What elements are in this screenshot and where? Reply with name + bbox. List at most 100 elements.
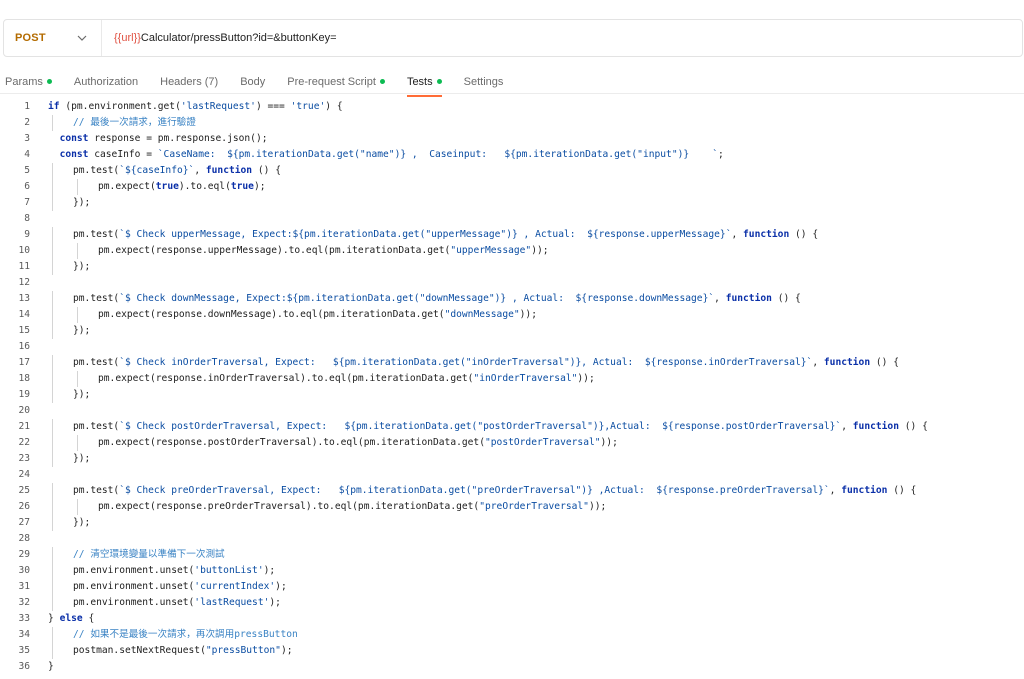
code-token: ; — [718, 149, 724, 160]
code-text: }); — [73, 259, 90, 275]
string-token: 'lastRequest' — [180, 101, 256, 112]
tab-headers-7[interactable]: Headers (7) — [160, 66, 218, 92]
code-token: pm.test( — [73, 229, 120, 240]
tab-authorization[interactable]: Authorization — [74, 66, 138, 92]
line-number: 12 — [18, 277, 30, 288]
line-number: 15 — [18, 325, 30, 336]
line-number: 24 — [18, 469, 30, 480]
code-line: 13 pm.test(`$ Check downMessage, Expect:$… — [0, 291, 1024, 307]
code-text: pm.test(`$ Check inOrderTraversal, Expec… — [73, 355, 899, 371]
line-number: 5 — [24, 165, 30, 176]
code-line: 11}); — [0, 259, 1024, 275]
indent-guide — [52, 547, 53, 563]
status-dot-icon — [436, 79, 442, 84]
line-number: 9 — [24, 229, 30, 240]
keyword-token: function — [725, 293, 772, 304]
code-text: pm.test(`$ Check downMessage, Expect:${p… — [73, 291, 801, 307]
code-text: pm.environment.unset('lastRequest'); — [73, 595, 281, 611]
chevron-down-icon — [75, 31, 89, 45]
code-line: 10 pm.expect(response.upperMessage).to.eq… — [0, 243, 1024, 259]
code-token: } — [48, 661, 54, 672]
indent-guide — [77, 243, 78, 259]
line-number: 31 — [18, 581, 30, 592]
line-number: 20 — [18, 405, 30, 416]
tab-pre-request-script[interactable]: Pre-request Script — [287, 66, 385, 92]
line-number: 10 — [18, 245, 30, 256]
code-line: 14 pm.expect(response.downMessage).to.eql… — [0, 307, 1024, 323]
keyword-token: function — [823, 357, 871, 368]
code-line: 6 pm.expect(true).to.eql(true); — [0, 179, 1024, 195]
line-number: 33 — [18, 613, 30, 624]
line-number: 1 — [24, 101, 30, 112]
code-token: )); — [588, 501, 607, 512]
code-line: 27}); — [0, 515, 1024, 531]
tab-label: Pre-request Script — [287, 75, 376, 88]
indent-guide — [52, 579, 53, 595]
code-text: } else { — [48, 611, 94, 627]
code-editor[interactable]: 1 if (pm.environment.get('lastRequest') =… — [0, 99, 1024, 679]
line-number: 26 — [18, 501, 30, 512]
request-url-bar: POST {{url}} Calculator/pressButton?id=&b… — [3, 19, 1023, 57]
line-number: 3 — [24, 133, 30, 144]
indent-guide — [52, 643, 53, 659]
code-text: pm.test(`$ Check preOrderTraversal, Expe… — [73, 483, 916, 499]
keyword-token: function — [852, 421, 899, 432]
code-line: 16 — [0, 339, 1024, 355]
code-text: // 清空環境變量以準備下一次測試 — [73, 547, 225, 563]
code-line: 34 // 如果不是最後一次請求，再次調用pressButton — [0, 627, 1024, 643]
code-text: const response = pm.response.json(); — [48, 131, 268, 147]
method-select[interactable]: POST — [4, 20, 102, 56]
indent-guide — [52, 115, 53, 131]
code-line: 2 // 最後一次請求，進行驗證 — [0, 115, 1024, 131]
indent-guide — [52, 243, 53, 259]
code-token: ); — [275, 581, 287, 592]
line-number: 22 — [18, 437, 30, 448]
keyword-token: true — [230, 181, 254, 192]
indent-guide — [52, 323, 53, 339]
code-line: 33 } else { — [0, 611, 1024, 627]
indent-guide — [77, 371, 78, 387]
method-label: POST — [15, 32, 46, 44]
indent-guide — [52, 227, 53, 243]
line-number: 14 — [18, 309, 30, 320]
code-token: pm.expect(response.preOrderTraversal).to… — [98, 501, 480, 512]
code-token: pm.expect(response.upperMessage).to.eql(… — [98, 245, 451, 256]
code-text: postman.setNextRequest("pressButton"); — [73, 643, 293, 659]
tab-settings[interactable]: Settings — [464, 66, 504, 92]
string-token: `CaseName: ${pm.iterationData.get("name"… — [157, 149, 719, 160]
url-input[interactable]: {{url}} Calculator/pressButton?id=&button… — [102, 20, 1022, 56]
code-token: }); — [73, 517, 91, 528]
code-text: // 如果不是最後一次請求，再次調用pressButton — [73, 627, 298, 643]
code-token: pm.expect( — [98, 181, 156, 192]
code-token: )); — [600, 437, 618, 448]
status-dot-icon — [46, 79, 52, 84]
code-token: pm.expect(response.postOrderTraversal).t… — [98, 437, 485, 448]
code-line: 26 pm.expect(response.preOrderTraversal).… — [0, 499, 1024, 515]
code-token: )); — [531, 245, 549, 256]
code-text: pm.expect(response.upperMessage).to.eql(… — [98, 243, 549, 259]
code-line: 4 const caseInfo = `CaseName: ${pm.itera… — [0, 147, 1024, 163]
code-token: () { — [771, 293, 801, 304]
tab-params[interactable]: Params — [5, 66, 52, 92]
string-token: `$ Check downMessage, Expect:${pm.iterat… — [119, 293, 715, 304]
keyword-token: else — [59, 613, 83, 624]
string-token: `${caseInfo}` — [119, 165, 195, 176]
tab-tests[interactable]: Tests — [406, 66, 442, 97]
code-text: } — [48, 659, 54, 675]
code-line: 22 pm.expect(response.postOrderTraversal)… — [0, 435, 1024, 451]
code-token: , — [731, 229, 744, 240]
code-text: pm.environment.unset('currentIndex'); — [73, 579, 287, 595]
line-number: 34 — [18, 629, 30, 640]
line-number: 30 — [18, 565, 30, 576]
tab-body[interactable]: Body — [240, 66, 265, 92]
code-text: pm.expect(response.preOrderTraversal).to… — [98, 499, 606, 515]
string-token: `$ Check preOrderTraversal, Expect: ${pm… — [119, 485, 830, 496]
code-text: }); — [73, 515, 90, 531]
indent-guide — [77, 307, 78, 323]
code-line: 21 pm.test(`$ Check postOrderTraversal, E… — [0, 419, 1024, 435]
code-line: 23}); — [0, 451, 1024, 467]
line-number: 35 — [18, 645, 30, 656]
code-line: 25 pm.test(`$ Check preOrderTraversal, Ex… — [0, 483, 1024, 499]
code-token: pm.environment.unset( — [73, 597, 195, 608]
